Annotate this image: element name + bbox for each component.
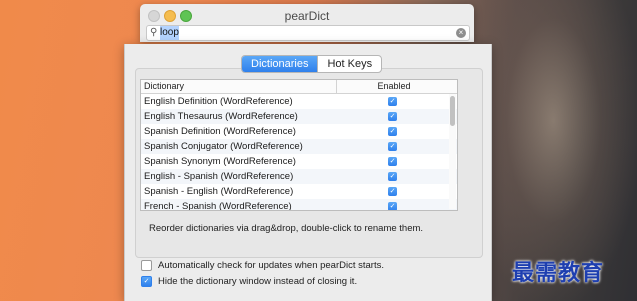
dictionary-name: Spanish - English (WordReference) — [144, 186, 294, 197]
dictionary-name: Spanish Synonym (WordReference) — [144, 156, 296, 167]
window-title: pearDict — [284, 9, 330, 23]
table-row[interactable]: English Thesaurus (WordReference) ✓ — [141, 109, 457, 124]
search-input[interactable]: ⚲ loop × — [146, 25, 470, 41]
table-row[interactable]: English - Spanish (WordReference) ✓ — [141, 169, 457, 184]
clear-icon[interactable]: × — [456, 28, 466, 38]
enabled-cell: ✓ — [336, 109, 450, 124]
hide-window-checkbox[interactable]: ✓ — [141, 276, 152, 287]
enabled-checkbox[interactable]: ✓ — [388, 142, 397, 151]
enabled-checkbox[interactable]: ✓ — [388, 112, 397, 121]
enabled-cell: ✓ — [336, 154, 450, 169]
preferences-panel: Dictionaries Hot Keys Dictionary Enabled… — [124, 44, 492, 301]
search-icon: ⚲ — [150, 27, 158, 38]
tab-dictionaries[interactable]: Dictionaries — [242, 56, 318, 72]
dictionary-name: English - Spanish (WordReference) — [144, 171, 294, 182]
watermark-logo: 最需教育 — [512, 260, 605, 285]
hide-window-label: Hide the dictionary window instead of cl… — [158, 276, 358, 287]
enabled-cell: ✓ — [336, 184, 450, 199]
pearDict-window: pearDict ⚲ loop × — [140, 4, 474, 42]
column-header-enabled[interactable]: Enabled — [337, 80, 451, 93]
search-value: loop — [160, 26, 179, 40]
table-row[interactable]: Spanish Definition (WordReference) ✓ — [141, 124, 457, 139]
enabled-cell: ✓ — [336, 139, 450, 154]
enabled-checkbox[interactable]: ✓ — [388, 127, 397, 136]
table-scrollbar[interactable] — [449, 94, 456, 209]
table-row[interactable]: Spanish - English (WordReference) ✓ — [141, 184, 457, 199]
auto-update-option[interactable]: Automatically check for updates when pea… — [141, 260, 384, 271]
dictionary-name: Spanish Conjugator (WordReference) — [144, 141, 303, 152]
auto-update-checkbox[interactable] — [141, 260, 152, 271]
enabled-checkbox[interactable]: ✓ — [388, 172, 397, 181]
table-row[interactable]: Spanish Synonym (WordReference) ✓ — [141, 154, 457, 169]
auto-update-label: Automatically check for updates when pea… — [158, 260, 384, 271]
enabled-cell: ✓ — [336, 169, 450, 184]
enabled-checkbox[interactable]: ✓ — [388, 157, 397, 166]
reorder-hint: Reorder dictionaries via drag&drop, doub… — [149, 223, 424, 234]
dictionaries-table: Dictionary Enabled English Definition (W… — [140, 79, 458, 211]
enabled-checkbox[interactable]: ✓ — [388, 202, 397, 210]
dictionary-name: Spanish Definition (WordReference) — [144, 126, 296, 137]
hide-window-option[interactable]: ✓ Hide the dictionary window instead of … — [141, 276, 357, 287]
table-row[interactable]: French - Spanish (WordReference) ✓ — [141, 199, 457, 211]
enabled-cell: ✓ — [336, 199, 450, 210]
table-row[interactable]: English Definition (WordReference) ✓ — [141, 94, 457, 109]
scroll-thumb[interactable] — [450, 96, 455, 126]
table-body: English Definition (WordReference) ✓ Engli… — [141, 94, 457, 211]
column-header-dictionary[interactable]: Dictionary — [141, 80, 337, 93]
enabled-cell: ✓ — [336, 94, 450, 109]
enabled-checkbox[interactable]: ✓ — [388, 187, 397, 196]
dictionary-name: English Thesaurus (WordReference) — [144, 111, 298, 122]
enabled-cell: ✓ — [336, 124, 450, 139]
enabled-checkbox[interactable]: ✓ — [388, 97, 397, 106]
dictionary-name: English Definition (WordReference) — [144, 96, 293, 107]
table-row[interactable]: Spanish Conjugator (WordReference) ✓ — [141, 139, 457, 154]
tab-hot-keys[interactable]: Hot Keys — [317, 56, 381, 72]
table-header: Dictionary Enabled — [141, 80, 457, 94]
dictionary-name: French - Spanish (WordReference) — [144, 201, 292, 211]
preferences-tabs: Dictionaries Hot Keys — [241, 55, 383, 73]
